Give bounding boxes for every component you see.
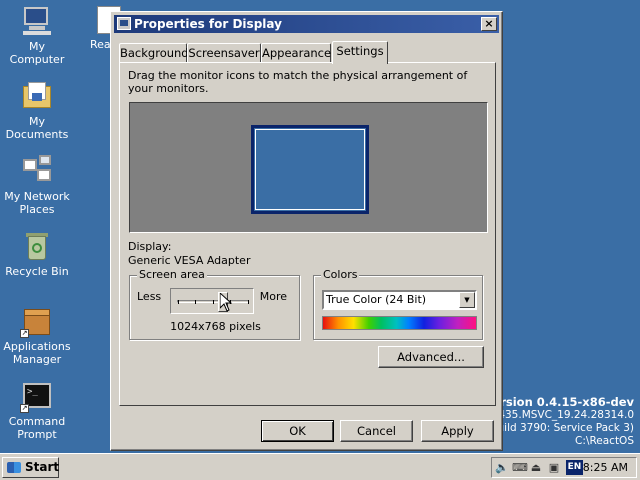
- system-tray: 🔈 ⌨ ⏏ ▣ EN 8:25 AM: [491, 457, 637, 478]
- desktop-icon-label: Manager: [12, 353, 62, 366]
- system-path: C:\ReactOS: [575, 435, 634, 447]
- desktop-icon-command-prompt[interactable]: >_ ↗ Command Prompt: [0, 380, 75, 441]
- tab-settings[interactable]: Settings: [332, 41, 388, 64]
- instructions-text: Drag the monitor icons to match the phys…: [128, 69, 468, 95]
- close-button[interactable]: ×: [481, 17, 497, 31]
- screen-area-group: Screen area Less More 1024x768 pixels: [129, 268, 300, 340]
- keyboard-icon[interactable]: ⌨: [512, 461, 528, 475]
- dialog-title: Properties for Display: [134, 17, 282, 31]
- readme-icon-label[interactable]: Rea: [90, 38, 111, 51]
- desktop-icon-label: Computer: [9, 53, 65, 66]
- start-button[interactable]: Start: [2, 457, 59, 478]
- tab-background[interactable]: Background: [119, 43, 189, 63]
- desktop-icon-label: My: [28, 40, 45, 53]
- desktop-icon-label: Documents: [5, 128, 69, 141]
- monitor-arrangement-preview: [129, 102, 488, 233]
- advanced-button[interactable]: Advanced...: [378, 346, 484, 368]
- desktop-icon-label: Recycle Bin: [5, 265, 69, 278]
- desktop-icon-my-network-places[interactable]: My Network Places: [0, 155, 75, 216]
- desktop-icon-label: My Network: [4, 190, 70, 203]
- computer-icon: [21, 5, 53, 37]
- taskbar: Start 🔈 ⌨ ⏏ ▣ EN 8:25 AM: [0, 453, 640, 480]
- version-line: Version 0.4.15-x86-dev: [484, 395, 634, 409]
- tab-appearance[interactable]: Appearance: [261, 43, 331, 63]
- color-spectrum-preview: [322, 316, 477, 330]
- screen-area-title: Screen area: [137, 268, 207, 281]
- terminal-icon: >_ ↗: [20, 380, 53, 413]
- color-depth-value: True Color (24 Bit): [326, 293, 427, 306]
- recycle-bin-icon: [21, 230, 53, 262]
- desktop-icon-label: My: [28, 115, 45, 128]
- desktop-icon-my-documents[interactable]: My Documents: [0, 80, 75, 141]
- build-line: (Build 3790: Service Pack 3): [486, 422, 634, 434]
- desktop-icon-label: Applications: [3, 340, 71, 353]
- cancel-button[interactable]: Cancel: [340, 420, 413, 442]
- version-info: Version 0.4.15-x86-dev 16435.MSVC_19.24.…: [484, 396, 634, 448]
- display-properties-dialog: Properties for Display × Background Scre…: [110, 11, 503, 451]
- dialog-titlebar[interactable]: Properties for Display ×: [114, 15, 499, 33]
- dropdown-arrow-icon[interactable]: ▼: [459, 292, 475, 308]
- display-adapter-name: Generic VESA Adapter: [128, 254, 251, 267]
- monitor-icon: [117, 17, 131, 30]
- volume-icon[interactable]: 🔈: [495, 461, 509, 475]
- colors-group: Colors True Color (24 Bit) ▼: [313, 268, 483, 340]
- settings-panel: Drag the monitor icons to match the phys…: [119, 62, 496, 406]
- less-label: Less: [137, 290, 162, 303]
- start-logo-icon: [7, 462, 21, 473]
- desktop-icon-recycle-bin[interactable]: Recycle Bin: [0, 230, 75, 278]
- monitor-1-icon[interactable]: [251, 125, 369, 214]
- desktop-icon-label: Prompt: [17, 428, 57, 441]
- slider-track: [177, 300, 249, 304]
- desktop-icon-my-computer[interactable]: My Computer: [0, 5, 75, 66]
- build-line: 16435.MSVC_19.24.28314.0: [484, 409, 634, 421]
- resolution-label: 1024x768 pixels: [170, 320, 261, 333]
- desktop-icon-label: Command: [8, 415, 66, 428]
- documents-folder-icon: [21, 80, 53, 112]
- resolution-slider[interactable]: [170, 288, 254, 314]
- clock[interactable]: 8:25 AM: [583, 458, 628, 477]
- network-status-icon[interactable]: ▣: [547, 461, 561, 475]
- apply-button[interactable]: Apply: [421, 420, 494, 442]
- desktop-icon-applications-manager[interactable]: ↗ Applications Manager: [0, 305, 75, 366]
- display-label: Display:: [128, 240, 172, 253]
- safely-remove-hardware-icon[interactable]: ⏏: [529, 461, 543, 475]
- desktop-icon-label: Places: [19, 203, 55, 216]
- ok-button[interactable]: OK: [261, 420, 334, 442]
- package-icon: ↗: [20, 305, 53, 338]
- start-label: Start: [25, 460, 60, 474]
- color-depth-select[interactable]: True Color (24 Bit) ▼: [322, 290, 477, 310]
- colors-title: Colors: [321, 268, 360, 281]
- network-icon: [21, 155, 53, 187]
- language-indicator[interactable]: EN: [566, 460, 583, 475]
- tab-screensaver[interactable]: Screensaver: [187, 43, 261, 63]
- more-label: More: [259, 290, 287, 303]
